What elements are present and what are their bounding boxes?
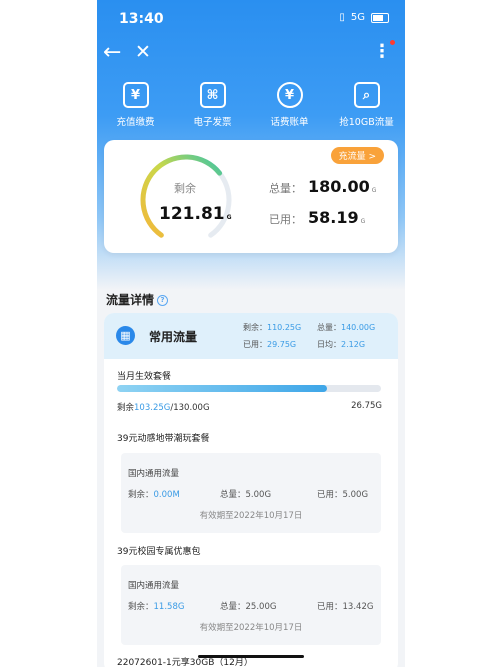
package-sub-title: 国内通用流量: [128, 581, 180, 591]
close-icon[interactable]: ✕: [135, 41, 151, 63]
bill-icon: ¥: [276, 82, 303, 108]
help-icon[interactable]: ?: [157, 295, 169, 306]
back-arrow-icon[interactable]: ←: [103, 40, 121, 65]
plan-progress-fill: [117, 385, 327, 392]
quick-action-invoice[interactable]: ⌘ 电子发票: [175, 82, 250, 128]
used-stat: 已用： 58.19 G: [269, 208, 366, 227]
battery-icon: [371, 12, 389, 23]
home-indicator[interactable]: [198, 655, 304, 658]
package-detail: 国内通用流量 剩余：11.58G 总量：25.00G 已用：13.42G 有效期…: [121, 565, 381, 645]
plan-used: 26.75G: [351, 401, 382, 411]
detail-total: 总量：140.00G: [317, 323, 376, 332]
package-title: 39元校园专属优惠包: [117, 547, 201, 557]
network-type: 5G: [350, 12, 365, 23]
quick-action-label: 抢10GB流量: [339, 117, 394, 128]
notification-dot: [390, 40, 395, 45]
phone-screen: 13:40 ▯ 5G ← ✕ ⋮ ¥ 充值缴费 ⌘ 电子发票 ¥ 话费账单 ⌕ …: [97, 0, 405, 667]
status-time: 13:40: [119, 11, 164, 27]
plan-progress-bar: [117, 385, 381, 392]
package-expiry: 有效期至2022年10月17日: [199, 623, 303, 633]
quick-action-grab-data[interactable]: ⌕ 抢10GB流量: [329, 82, 404, 128]
status-bar: 13:40 ▯ 5G: [97, 0, 405, 38]
plan-remaining: 剩余103.25G/130.00G: [117, 403, 210, 413]
package-sub-title: 国内通用流量: [128, 469, 180, 479]
ticket-icon: ⌘: [199, 82, 226, 108]
package-title: 39元动感地带潮玩套餐: [117, 434, 210, 444]
wallet-icon: ¥: [122, 82, 149, 108]
package-total: 总量：25.00G: [220, 602, 277, 612]
package-expiry: 有效期至2022年10月17日: [199, 511, 303, 521]
package-detail: 国内通用流量 剩余：0.00M 总量：5.00G 已用：5.00G 有效期至20…: [121, 453, 381, 533]
remaining-value: 121.81 G: [159, 204, 232, 224]
total-stat: 总量： 180.00 G: [269, 177, 377, 196]
package-used: 已用：13.42G: [317, 602, 374, 612]
data-detail-card: ▦ 常用流量 剩余：110.25G 总量：140.00G 已用：29.75G 日…: [104, 313, 398, 667]
package-total: 总量：5.00G: [220, 490, 272, 500]
quick-action-label: 充值缴费: [116, 117, 155, 128]
package-remaining: 剩余：0.00M: [128, 490, 180, 500]
detail-daily: 日均：2.12G: [317, 340, 366, 349]
current-plan-title: 当月生效套餐: [117, 372, 172, 382]
more-options-icon[interactable]: ⋮: [373, 41, 391, 62]
detail-used: 已用：29.75G: [243, 340, 297, 349]
remaining-label: 剩余: [174, 182, 196, 195]
quick-action-recharge[interactable]: ¥ 充值缴费: [98, 82, 173, 128]
vibrate-icon: ▯: [339, 12, 345, 23]
doc-search-icon: ⌕: [353, 82, 380, 108]
quick-actions: ¥ 充值缴费 ⌘ 电子发票 ¥ 话费账单 ⌕ 抢10GB流量: [97, 82, 405, 128]
detail-remaining: 剩余：110.25G: [243, 323, 302, 332]
section-title: 流量详情?: [106, 291, 169, 308]
nav-bar: ← ✕ ⋮: [97, 38, 405, 70]
remaining-gauge: [140, 154, 232, 238]
recharge-data-button[interactable]: 充流量 >: [330, 147, 384, 164]
package-used: 已用：5.00G: [317, 490, 369, 500]
quick-action-label: 电子发票: [193, 117, 232, 128]
usage-summary-card: 剩余 121.81 G 充流量 > 总量： 180.00 G 已用： 58.19 G: [104, 140, 398, 253]
quick-action-label: 话费账单: [270, 117, 309, 128]
grid-apps-icon: ▦: [116, 326, 135, 345]
quick-action-bill[interactable]: ¥ 话费账单: [252, 82, 327, 128]
status-indicators: ▯ 5G: [339, 12, 389, 23]
detail-header[interactable]: ▦ 常用流量 剩余：110.25G 总量：140.00G 已用：29.75G 日…: [104, 313, 398, 359]
package-remaining: 剩余：11.58G: [128, 602, 185, 612]
detail-title: 常用流量: [149, 330, 198, 344]
